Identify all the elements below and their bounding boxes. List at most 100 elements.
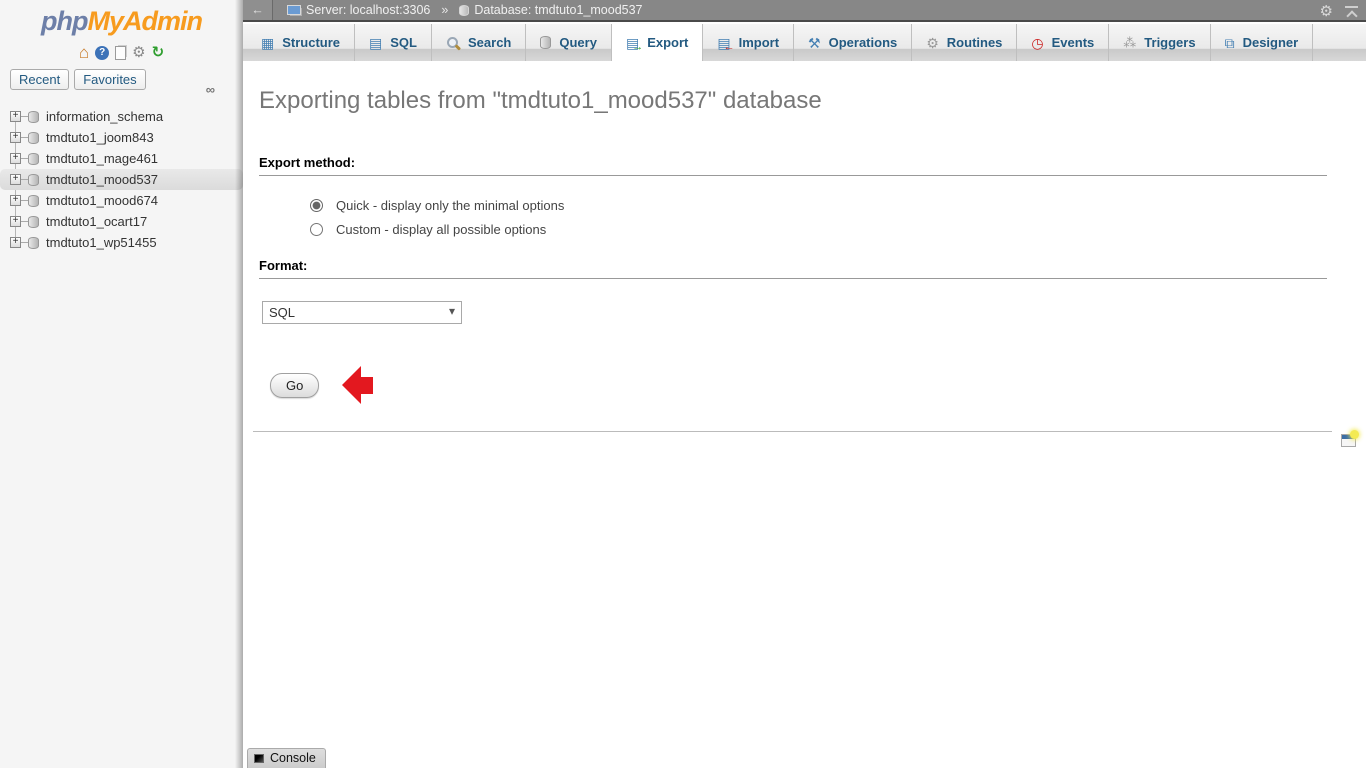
events-icon: [1031, 36, 1043, 50]
tab-label: Events: [1051, 35, 1095, 50]
console-label: Console: [270, 751, 316, 765]
quick-option-row[interactable]: Quick - display only the minimal options: [310, 193, 1327, 217]
tab-sql[interactable]: SQL: [355, 24, 432, 61]
breadcrumb-separator: »: [441, 3, 449, 17]
database-icon: [28, 173, 39, 186]
tree-connector: [21, 158, 28, 159]
help-icon[interactable]: [95, 45, 110, 60]
format-section: Format:: [259, 258, 1327, 279]
arrow-head: [342, 366, 362, 404]
database-name[interactable]: tmdtuto1_mage461: [46, 151, 158, 166]
tab-designer[interactable]: Designer: [1211, 24, 1314, 61]
navigation-sidebar: phpMyAdmin Recent Favorites + informatio…: [0, 0, 243, 768]
format-select-wrap: SQL: [262, 301, 462, 324]
go-button[interactable]: Go: [270, 372, 320, 398]
tab-label: Operations: [828, 35, 898, 50]
link-icon[interactable]: [206, 82, 215, 97]
tree-row-information-schema[interactable]: + information_schema: [0, 106, 243, 127]
quick-radio[interactable]: [310, 198, 323, 212]
quick-option-label: Quick - display only the minimal options: [336, 197, 565, 213]
designer-icon: [1225, 36, 1235, 50]
export-page-content: Exporting tables from "tmdtuto1_mood537"…: [243, 61, 1366, 768]
collapse-topbar-icon[interactable]: [1345, 5, 1358, 17]
format-select[interactable]: SQL: [262, 301, 462, 324]
database-icon: [28, 131, 39, 144]
tab-operations[interactable]: Operations: [794, 24, 913, 61]
database-icon: [28, 194, 39, 207]
tree-connector: [21, 137, 28, 138]
database-name[interactable]: information_schema: [46, 109, 163, 124]
expand-icon[interactable]: +: [10, 153, 21, 164]
custom-option-row[interactable]: Custom - display all possible options: [310, 217, 1327, 241]
home-icon[interactable]: [79, 43, 89, 63]
expand-icon[interactable]: +: [10, 216, 21, 227]
topbar-right-controls: [1320, 0, 1358, 22]
database-icon: [28, 215, 39, 228]
tree-connector: [21, 179, 28, 180]
page-settings-icon[interactable]: [1320, 2, 1333, 20]
logo-myadmin-text: MyAdmin: [87, 6, 202, 36]
settings-icon[interactable]: [132, 43, 145, 62]
tab-label: SQL: [390, 35, 417, 50]
back-arrow-button[interactable]: ←: [243, 0, 273, 20]
sidebar-icon-row: [0, 44, 243, 61]
tab-structure[interactable]: Structure: [247, 24, 356, 61]
export-method-options: Quick - display only the minimal options…: [310, 193, 1327, 241]
console-toggle[interactable]: Console: [247, 748, 326, 768]
refresh-icon[interactable]: [152, 43, 165, 62]
database-tree: + information_schema + tmdtuto1_joom843 …: [0, 106, 243, 253]
tab-label: Search: [468, 35, 512, 50]
tree-connector: [21, 200, 28, 201]
tab-label: Import: [738, 35, 780, 50]
tab-events[interactable]: Events: [1017, 24, 1110, 61]
tree-connector: [21, 116, 28, 117]
expand-icon[interactable]: +: [10, 111, 21, 122]
import-icon: [717, 36, 735, 53]
custom-radio[interactable]: [310, 222, 323, 236]
tab-label: Query: [559, 35, 597, 50]
database-icon: [28, 236, 39, 249]
tree-connector: [21, 221, 28, 222]
database-name[interactable]: tmdtuto1_mood674: [46, 193, 158, 208]
database-name[interactable]: tmdtuto1_wp51455: [46, 235, 157, 250]
tree-row-wp51455[interactable]: + tmdtuto1_wp51455: [0, 232, 243, 253]
tab-label: Triggers: [1144, 35, 1196, 50]
expand-icon[interactable]: +: [10, 174, 21, 185]
tab-export-active[interactable]: Export: [611, 24, 704, 61]
phpmyadmin-logo[interactable]: phpMyAdmin: [0, 0, 243, 37]
operations-icon: [808, 36, 821, 50]
search-icon: [446, 36, 460, 50]
tab-label: Structure: [282, 35, 341, 50]
tree-row-mood537-selected[interactable]: + tmdtuto1_mood537: [0, 169, 243, 190]
console-icon: [254, 753, 264, 763]
page-selector-icon[interactable]: [1341, 430, 1359, 447]
tab-query[interactable]: Query: [526, 24, 612, 61]
tab-routines[interactable]: Routines: [912, 24, 1018, 61]
database-name[interactable]: tmdtuto1_joom843: [46, 130, 154, 145]
triggers-icon: [1123, 36, 1136, 49]
tree-row-mood674[interactable]: + tmdtuto1_mood674: [0, 190, 243, 211]
documentation-icon[interactable]: [115, 45, 127, 60]
recent-button[interactable]: Recent: [10, 69, 70, 90]
favorites-button[interactable]: Favorites: [74, 69, 146, 90]
expand-icon[interactable]: +: [10, 132, 21, 143]
tab-label: Designer: [1242, 35, 1299, 50]
tab-triggers[interactable]: Triggers: [1109, 24, 1211, 61]
tree-row-mage461[interactable]: + tmdtuto1_mage461: [0, 148, 243, 169]
go-row: Go: [270, 366, 374, 404]
breadcrumb-server[interactable]: Server: localhost:3306: [306, 3, 430, 17]
database-icon: [28, 110, 39, 123]
breadcrumb-database[interactable]: Database: tmdtuto1_mood537: [474, 3, 642, 17]
tab-import[interactable]: Import: [703, 24, 795, 61]
tab-search[interactable]: Search: [432, 24, 527, 61]
tree-connector: [21, 242, 28, 243]
sql-icon: [369, 36, 382, 50]
arrow-tail: [360, 376, 374, 394]
expand-icon[interactable]: +: [10, 195, 21, 206]
database-name[interactable]: tmdtuto1_ocart17: [46, 214, 147, 229]
tree-row-joom843[interactable]: + tmdtuto1_joom843: [0, 127, 243, 148]
server-breadcrumb-bar: ← Server: localhost:3306 » Database: tmd…: [243, 0, 1366, 22]
tree-row-ocart17[interactable]: + tmdtuto1_ocart17: [0, 211, 243, 232]
database-name[interactable]: tmdtuto1_mood537: [46, 172, 158, 187]
expand-icon[interactable]: +: [10, 237, 21, 248]
